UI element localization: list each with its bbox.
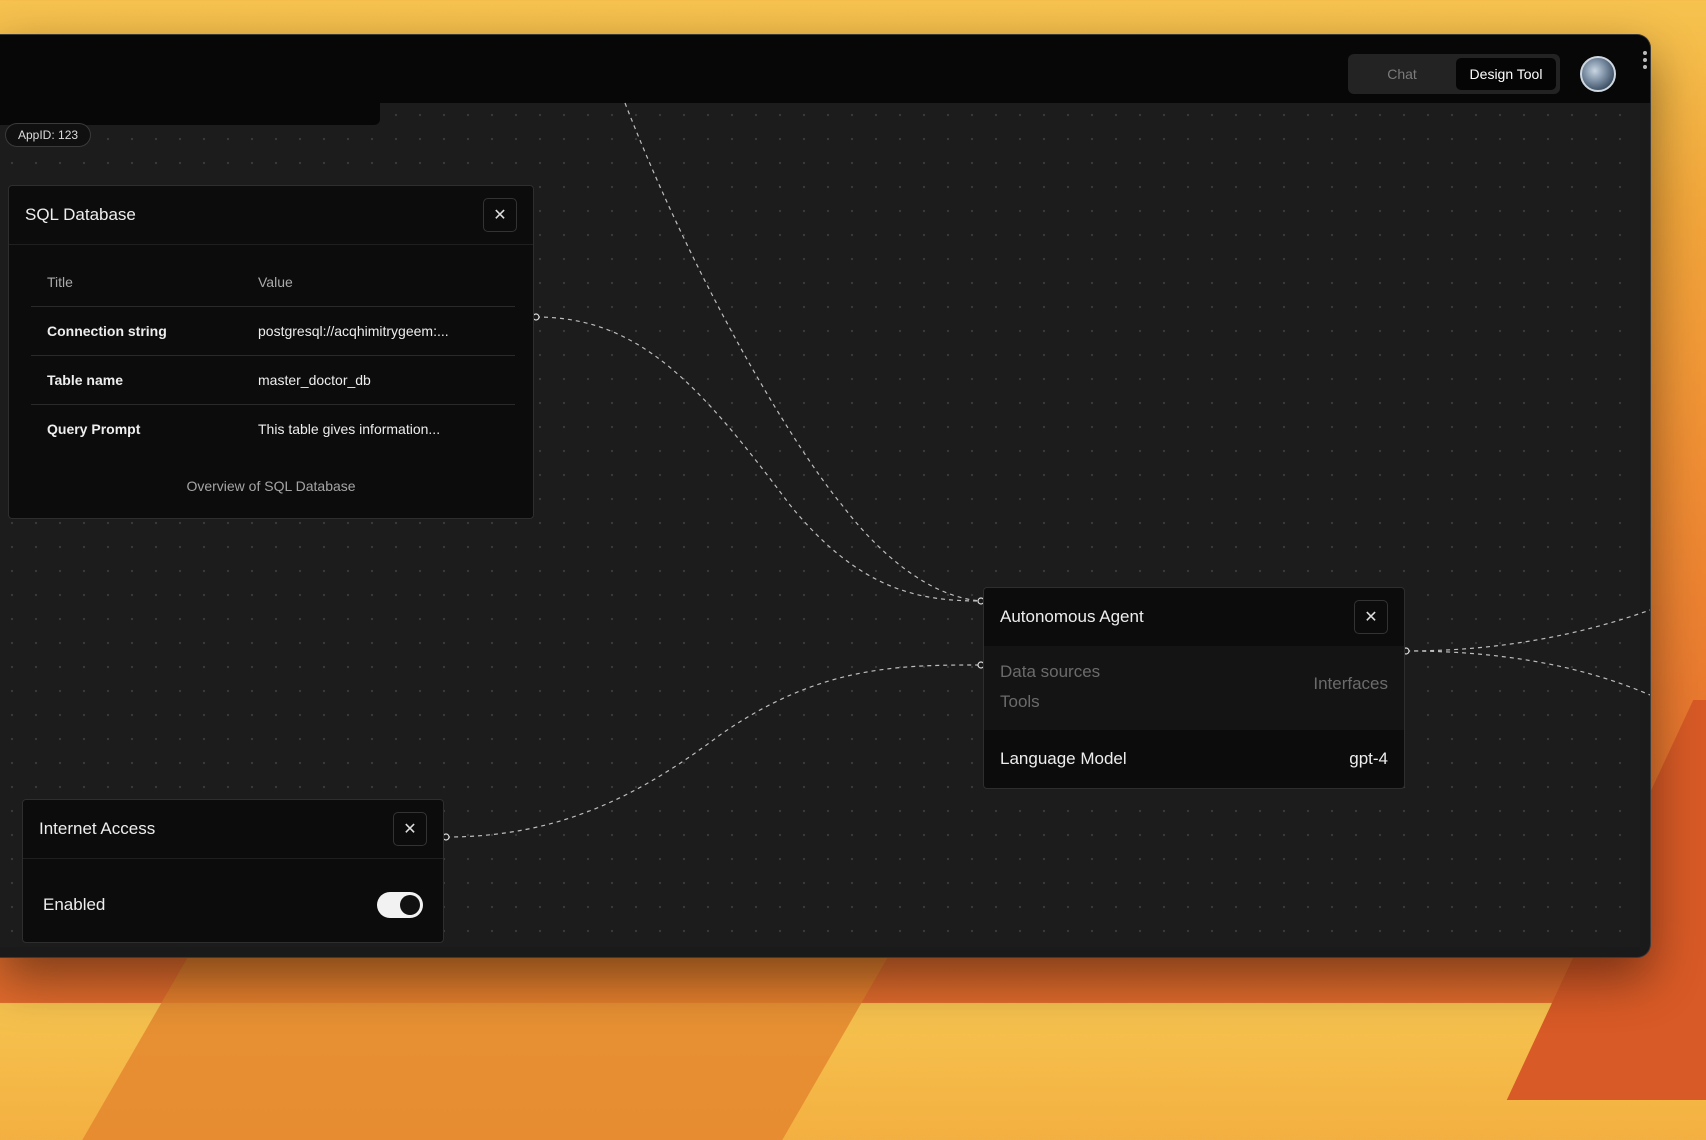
column-header-title: Title (31, 258, 242, 307)
table-row[interactable]: Connection string postgresql://acqhimitr… (31, 306, 515, 356)
edge-internet-to-agent (445, 664, 982, 838)
edge-agent-to-right-1 (1405, 609, 1650, 652)
internet-access-node[interactable]: Internet Access ✕ Enabled (22, 799, 444, 943)
sql-properties-table: Title Value Connection string postgresql… (31, 258, 515, 453)
app-window: Chat Design Tool AppID: 123 SQL Database… (0, 34, 1651, 958)
input-port-tools[interactable]: Tools (1000, 692, 1040, 712)
row-key: Table name (31, 355, 242, 405)
row-key: Query Prompt (47, 421, 141, 437)
model-value: gpt-4 (1349, 749, 1388, 768)
row-value: postgresql://acqhimitrygeem:... (242, 306, 515, 356)
edge-top-to-agent (624, 102, 982, 602)
model-label: Language Model (1000, 749, 1127, 768)
table-caption: Overview of SQL Database (186, 478, 356, 494)
node-title: Internet Access (39, 819, 156, 838)
autonomous-agent-node[interactable]: Autonomous Agent ✕ Data sources Tools In… (983, 587, 1405, 789)
output-port-interfaces[interactable]: Interfaces (1313, 674, 1388, 694)
table-row[interactable]: Table name master_doctor_db (31, 355, 515, 405)
row-value: This table gives information... (258, 421, 441, 437)
edge-agent-to-right-2 (1405, 650, 1650, 696)
node-title: Autonomous Agent (1000, 607, 1144, 626)
edge-sql-to-agent (535, 316, 982, 602)
input-port-data-sources[interactable]: Data sources (1000, 662, 1100, 682)
row-key: Connection string (31, 306, 242, 356)
wallpaper-shape (82, 940, 898, 1140)
enabled-toggle[interactable] (377, 892, 423, 918)
app-id-badge: AppID: 123 (5, 123, 92, 147)
close-icon[interactable]: ✕ (393, 812, 427, 846)
sql-database-node[interactable]: SQL Database ✕ Title Value Connection st… (8, 185, 534, 519)
column-header-value: Value (242, 258, 515, 307)
table-row[interactable]: Query Prompt This table gives informatio… (31, 405, 515, 454)
language-model-row[interactable]: Language Model gpt-4 (984, 730, 1404, 788)
toggle-label: Enabled (43, 895, 106, 914)
toggle-knob (400, 895, 420, 915)
row-value: master_doctor_db (242, 355, 515, 405)
ports-section: Data sources Tools Interfaces (984, 646, 1404, 730)
close-icon[interactable]: ✕ (483, 198, 517, 232)
node-title: SQL Database (25, 205, 136, 224)
close-icon[interactable]: ✕ (1354, 600, 1388, 634)
